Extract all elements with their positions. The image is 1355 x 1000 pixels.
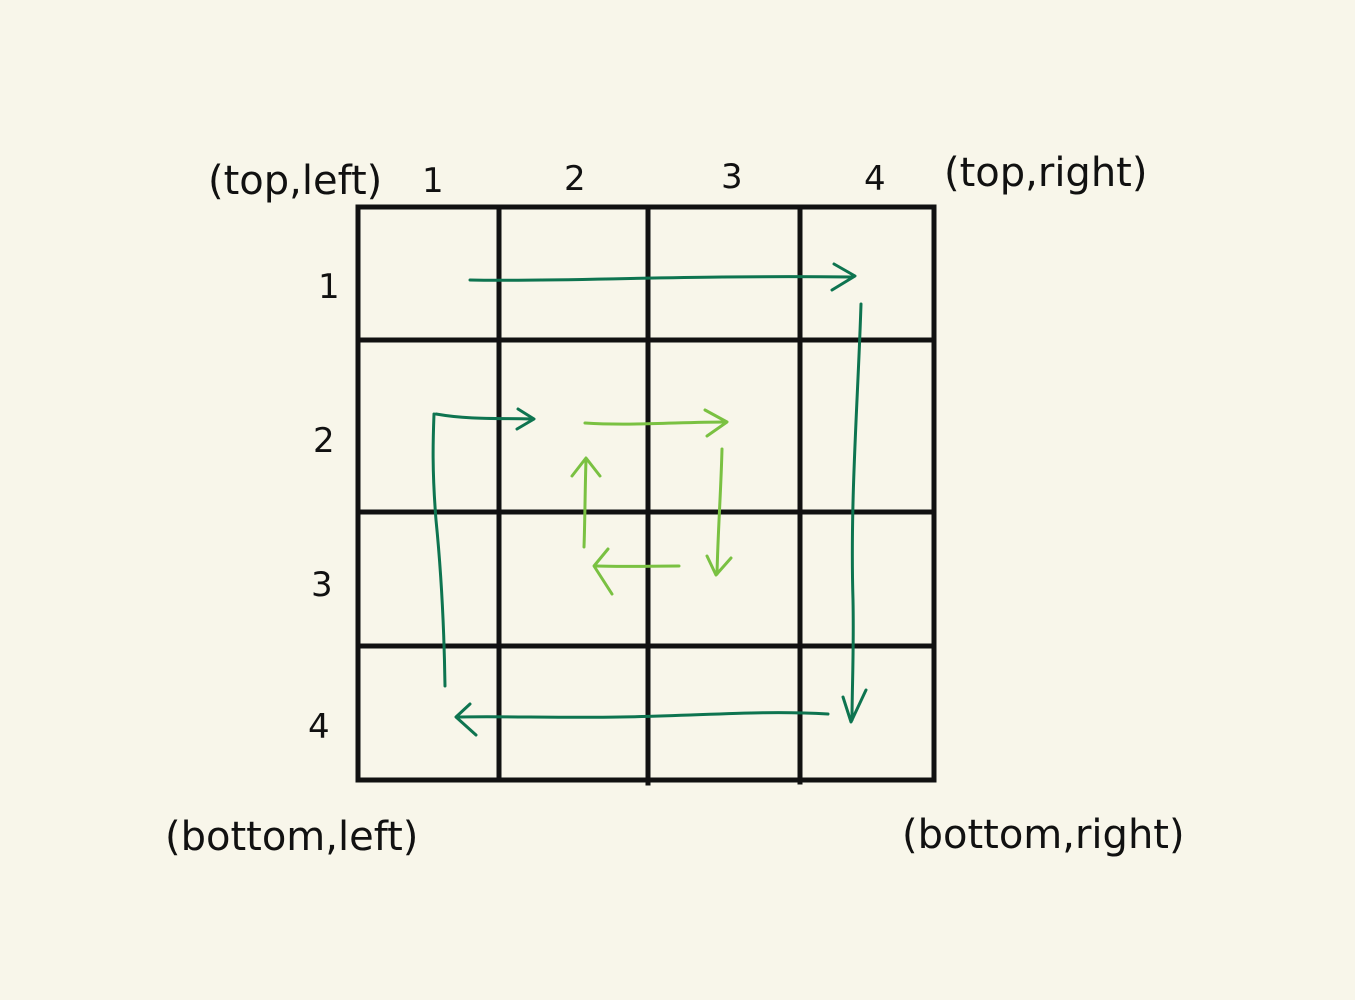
arrowhead-icon	[592, 547, 614, 596]
row-label: 3	[311, 565, 333, 605]
corner-label-bottom-right: (bottom,right)	[902, 812, 1185, 858]
outer-arrow-inner-right	[434, 412, 534, 421]
spiral-grid-diagram: (top,left) (top,right) (bottom,left) (bo…	[165, 150, 1185, 860]
column-label: 1	[422, 161, 444, 201]
arrowhead-icon	[841, 688, 868, 724]
arrowhead-icon	[705, 554, 733, 577]
outer-arrow-top-right	[468, 275, 854, 282]
inner-arrow-right	[583, 420, 727, 426]
corner-label-bottom-left: (bottom,left)	[165, 814, 418, 860]
column-label: 4	[864, 159, 886, 199]
inner-spiral	[570, 408, 733, 596]
outer-arrow-bottom-left	[456, 711, 830, 719]
column-label: 2	[564, 159, 586, 199]
column-label: 3	[721, 157, 743, 197]
arrowhead-icon	[454, 702, 478, 737]
row-label: 2	[313, 421, 335, 461]
row-label: 4	[308, 707, 330, 747]
row-label: 1	[318, 267, 340, 307]
corner-label-top-left: (top,left)	[208, 158, 382, 204]
corner-label-top-right: (top,right)	[944, 150, 1147, 196]
inner-arrow-up	[582, 458, 588, 549]
grid	[355, 204, 937, 786]
